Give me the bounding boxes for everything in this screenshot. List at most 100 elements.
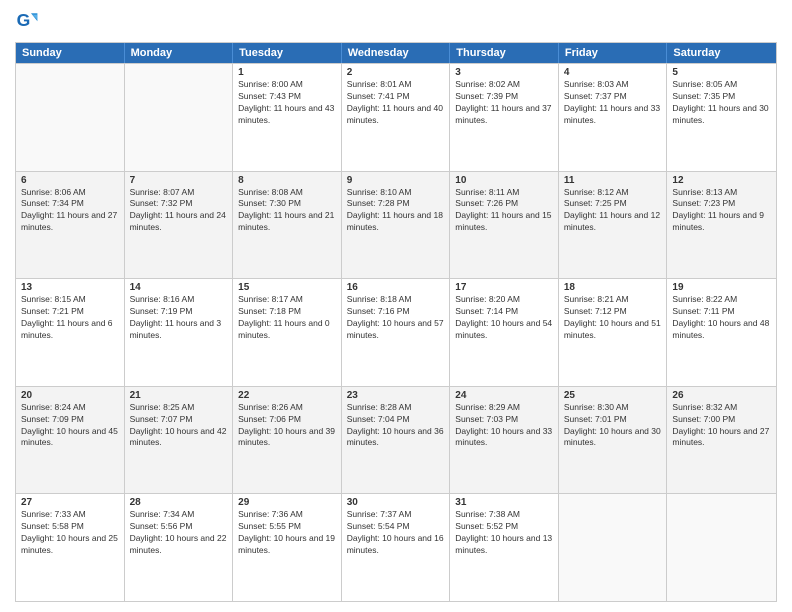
calendar-header: SundayMondayTuesdayWednesdayThursdayFrid… bbox=[16, 43, 776, 63]
sunset-text: Sunset: 7:30 PM bbox=[238, 198, 336, 210]
calendar-cell: 4 Sunrise: 8:03 AM Sunset: 7:37 PM Dayli… bbox=[559, 64, 668, 171]
day-number: 1 bbox=[238, 67, 336, 78]
logo-icon: G bbox=[15, 10, 39, 34]
weekday-header: Wednesday bbox=[342, 43, 451, 63]
calendar-cell: 6 Sunrise: 8:06 AM Sunset: 7:34 PM Dayli… bbox=[16, 172, 125, 279]
day-number: 9 bbox=[347, 175, 445, 186]
sunrise-text: Sunrise: 8:08 AM bbox=[238, 187, 336, 199]
daylight-text: Daylight: 11 hours and 24 minutes. bbox=[130, 210, 228, 234]
daylight-text: Daylight: 11 hours and 37 minutes. bbox=[455, 103, 553, 127]
daylight-text: Daylight: 10 hours and 27 minutes. bbox=[672, 426, 771, 450]
sunrise-text: Sunrise: 7:33 AM bbox=[21, 509, 119, 521]
calendar-cell: 2 Sunrise: 8:01 AM Sunset: 7:41 PM Dayli… bbox=[342, 64, 451, 171]
daylight-text: Daylight: 10 hours and 25 minutes. bbox=[21, 533, 119, 557]
day-number: 15 bbox=[238, 282, 336, 293]
daylight-text: Daylight: 11 hours and 12 minutes. bbox=[564, 210, 662, 234]
daylight-text: Daylight: 10 hours and 42 minutes. bbox=[130, 426, 228, 450]
day-number: 26 bbox=[672, 390, 771, 401]
calendar-cell: 14 Sunrise: 8:16 AM Sunset: 7:19 PM Dayl… bbox=[125, 279, 234, 386]
sunset-text: Sunset: 7:12 PM bbox=[564, 306, 662, 318]
sunrise-text: Sunrise: 7:37 AM bbox=[347, 509, 445, 521]
sunrise-text: Sunrise: 8:00 AM bbox=[238, 79, 336, 91]
sunset-text: Sunset: 7:32 PM bbox=[130, 198, 228, 210]
calendar-cell bbox=[125, 64, 234, 171]
calendar-row: 1 Sunrise: 8:00 AM Sunset: 7:43 PM Dayli… bbox=[16, 63, 776, 171]
calendar-cell: 10 Sunrise: 8:11 AM Sunset: 7:26 PM Dayl… bbox=[450, 172, 559, 279]
daylight-text: Daylight: 10 hours and 13 minutes. bbox=[455, 533, 553, 557]
day-number: 8 bbox=[238, 175, 336, 186]
day-number: 30 bbox=[347, 497, 445, 508]
day-number: 11 bbox=[564, 175, 662, 186]
sunrise-text: Sunrise: 8:07 AM bbox=[130, 187, 228, 199]
sunset-text: Sunset: 7:37 PM bbox=[564, 91, 662, 103]
sunset-text: Sunset: 7:21 PM bbox=[21, 306, 119, 318]
calendar-cell: 15 Sunrise: 8:17 AM Sunset: 7:18 PM Dayl… bbox=[233, 279, 342, 386]
daylight-text: Daylight: 11 hours and 43 minutes. bbox=[238, 103, 336, 127]
sunrise-text: Sunrise: 8:01 AM bbox=[347, 79, 445, 91]
calendar-cell: 12 Sunrise: 8:13 AM Sunset: 7:23 PM Dayl… bbox=[667, 172, 776, 279]
day-number: 22 bbox=[238, 390, 336, 401]
sunrise-text: Sunrise: 8:10 AM bbox=[347, 187, 445, 199]
day-number: 3 bbox=[455, 67, 553, 78]
day-number: 7 bbox=[130, 175, 228, 186]
weekday-header: Friday bbox=[559, 43, 668, 63]
calendar-cell bbox=[16, 64, 125, 171]
daylight-text: Daylight: 11 hours and 21 minutes. bbox=[238, 210, 336, 234]
sunset-text: Sunset: 7:41 PM bbox=[347, 91, 445, 103]
calendar-cell: 21 Sunrise: 8:25 AM Sunset: 7:07 PM Dayl… bbox=[125, 387, 234, 494]
calendar-cell: 13 Sunrise: 8:15 AM Sunset: 7:21 PM Dayl… bbox=[16, 279, 125, 386]
sunset-text: Sunset: 7:04 PM bbox=[347, 414, 445, 426]
sunset-text: Sunset: 7:28 PM bbox=[347, 198, 445, 210]
sunset-text: Sunset: 7:43 PM bbox=[238, 91, 336, 103]
day-number: 10 bbox=[455, 175, 553, 186]
daylight-text: Daylight: 10 hours and 30 minutes. bbox=[564, 426, 662, 450]
calendar-cell: 24 Sunrise: 8:29 AM Sunset: 7:03 PM Dayl… bbox=[450, 387, 559, 494]
sunset-text: Sunset: 5:52 PM bbox=[455, 521, 553, 533]
sunset-text: Sunset: 7:03 PM bbox=[455, 414, 553, 426]
day-number: 31 bbox=[455, 497, 553, 508]
day-number: 19 bbox=[672, 282, 771, 293]
daylight-text: Daylight: 10 hours and 33 minutes. bbox=[455, 426, 553, 450]
sunrise-text: Sunrise: 8:21 AM bbox=[564, 294, 662, 306]
daylight-text: Daylight: 10 hours and 16 minutes. bbox=[347, 533, 445, 557]
sunrise-text: Sunrise: 7:36 AM bbox=[238, 509, 336, 521]
sunrise-text: Sunrise: 8:24 AM bbox=[21, 402, 119, 414]
daylight-text: Daylight: 11 hours and 33 minutes. bbox=[564, 103, 662, 127]
sunset-text: Sunset: 7:35 PM bbox=[672, 91, 771, 103]
sunrise-text: Sunrise: 8:22 AM bbox=[672, 294, 771, 306]
calendar-cell: 1 Sunrise: 8:00 AM Sunset: 7:43 PM Dayli… bbox=[233, 64, 342, 171]
sunrise-text: Sunrise: 8:20 AM bbox=[455, 294, 553, 306]
calendar-cell: 3 Sunrise: 8:02 AM Sunset: 7:39 PM Dayli… bbox=[450, 64, 559, 171]
calendar-cell: 29 Sunrise: 7:36 AM Sunset: 5:55 PM Dayl… bbox=[233, 494, 342, 601]
sunset-text: Sunset: 5:56 PM bbox=[130, 521, 228, 533]
calendar-cell: 9 Sunrise: 8:10 AM Sunset: 7:28 PM Dayli… bbox=[342, 172, 451, 279]
day-number: 20 bbox=[21, 390, 119, 401]
calendar-body: 1 Sunrise: 8:00 AM Sunset: 7:43 PM Dayli… bbox=[16, 63, 776, 601]
calendar-row: 13 Sunrise: 8:15 AM Sunset: 7:21 PM Dayl… bbox=[16, 278, 776, 386]
sunset-text: Sunset: 7:25 PM bbox=[564, 198, 662, 210]
sunset-text: Sunset: 7:16 PM bbox=[347, 306, 445, 318]
day-number: 17 bbox=[455, 282, 553, 293]
day-number: 12 bbox=[672, 175, 771, 186]
day-number: 13 bbox=[21, 282, 119, 293]
svg-text:G: G bbox=[17, 10, 31, 30]
sunset-text: Sunset: 5:55 PM bbox=[238, 521, 336, 533]
daylight-text: Daylight: 11 hours and 27 minutes. bbox=[21, 210, 119, 234]
sunset-text: Sunset: 7:14 PM bbox=[455, 306, 553, 318]
sunrise-text: Sunrise: 8:06 AM bbox=[21, 187, 119, 199]
calendar-cell: 5 Sunrise: 8:05 AM Sunset: 7:35 PM Dayli… bbox=[667, 64, 776, 171]
logo: G bbox=[15, 10, 43, 34]
day-number: 16 bbox=[347, 282, 445, 293]
sunset-text: Sunset: 5:54 PM bbox=[347, 521, 445, 533]
sunset-text: Sunset: 7:00 PM bbox=[672, 414, 771, 426]
calendar-cell: 25 Sunrise: 8:30 AM Sunset: 7:01 PM Dayl… bbox=[559, 387, 668, 494]
sunrise-text: Sunrise: 8:13 AM bbox=[672, 187, 771, 199]
weekday-header: Thursday bbox=[450, 43, 559, 63]
sunset-text: Sunset: 7:23 PM bbox=[672, 198, 771, 210]
day-number: 27 bbox=[21, 497, 119, 508]
day-number: 21 bbox=[130, 390, 228, 401]
sunrise-text: Sunrise: 8:03 AM bbox=[564, 79, 662, 91]
daylight-text: Daylight: 10 hours and 36 minutes. bbox=[347, 426, 445, 450]
calendar-cell: 23 Sunrise: 8:28 AM Sunset: 7:04 PM Dayl… bbox=[342, 387, 451, 494]
daylight-text: Daylight: 11 hours and 18 minutes. bbox=[347, 210, 445, 234]
